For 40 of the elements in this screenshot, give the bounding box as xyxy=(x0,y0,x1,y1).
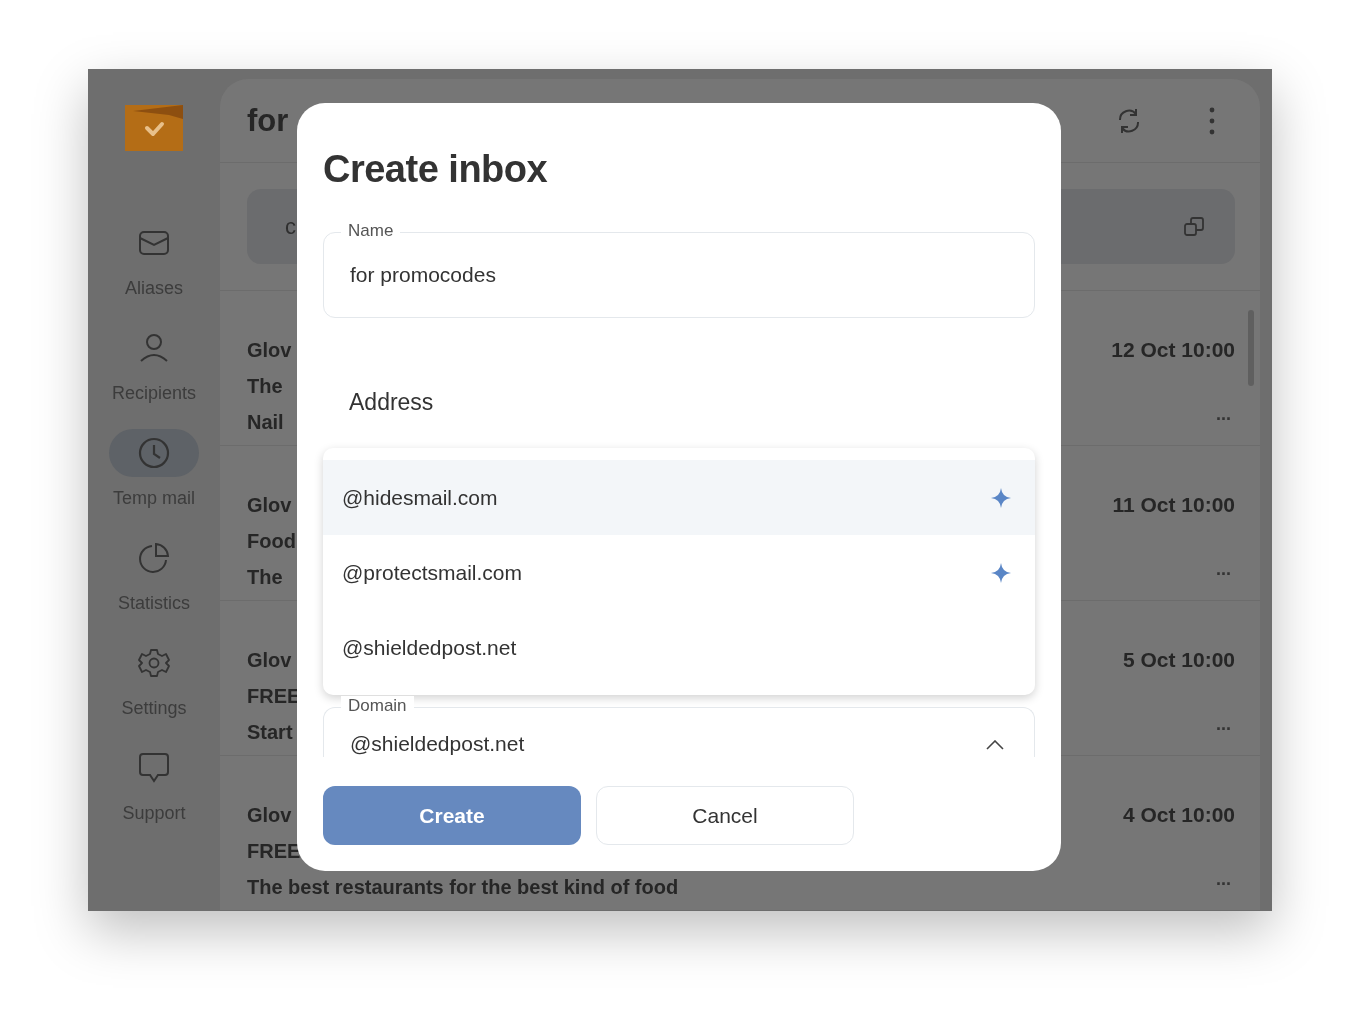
message-preview: The best restaurants for the best kind of food xyxy=(247,875,679,900)
message-preview: The xyxy=(247,565,283,590)
message-subject: FREE xyxy=(247,839,301,864)
more-actions[interactable]: ... xyxy=(1216,404,1231,425)
more-options-icon[interactable] xyxy=(1208,106,1216,135)
dialog-title: Create inbox xyxy=(323,147,549,192)
message-preview: Start xyxy=(247,720,293,745)
message-date: 4 Oct 10:00 xyxy=(1122,802,1235,828)
message-sender: Glov xyxy=(247,803,292,828)
pie-chart-icon xyxy=(138,542,170,574)
more-actions[interactable]: ... xyxy=(1216,559,1231,580)
message-subject: The xyxy=(247,374,283,399)
chevron-icon xyxy=(986,740,1004,750)
chat-bubble-icon xyxy=(138,752,170,784)
message-subject: FREE xyxy=(247,684,301,709)
address-text: c xyxy=(285,213,296,240)
refresh-icon[interactable] xyxy=(1116,107,1142,134)
cancel-button[interactable]: Cancel xyxy=(596,786,854,845)
message-date: 5 Oct 10:00 xyxy=(1122,647,1235,673)
domain-option[interactable]: @hidesmail.com xyxy=(323,460,1035,535)
message-date: 12 Oct 10:00 xyxy=(1111,337,1235,363)
domain-option[interactable]: @shieldedpost.net xyxy=(323,610,1035,685)
more-actions[interactable]: ... xyxy=(1216,714,1231,735)
more-actions[interactable]: ... xyxy=(1216,869,1231,890)
message-subject: Food xyxy=(247,529,296,554)
message-sender: Glov xyxy=(247,648,292,673)
message-sender: Glov xyxy=(247,338,292,363)
clock-icon xyxy=(138,437,170,469)
message-date: 11 Oct 10:00 xyxy=(1112,492,1235,518)
envelope-logo-icon xyxy=(125,105,183,151)
message-sender: Glov xyxy=(247,493,292,518)
inbox-title: for xyxy=(247,102,289,139)
person-icon xyxy=(138,333,170,363)
settings-icon xyxy=(138,647,170,679)
domain-option[interactable]: @protectsmail.com xyxy=(323,535,1035,610)
mail-icon xyxy=(138,230,170,256)
address-heading: Address xyxy=(349,388,435,416)
message-preview: Nail xyxy=(247,410,284,435)
create-button[interactable]: Create xyxy=(323,786,581,845)
copy-icon[interactable] xyxy=(1183,215,1205,238)
